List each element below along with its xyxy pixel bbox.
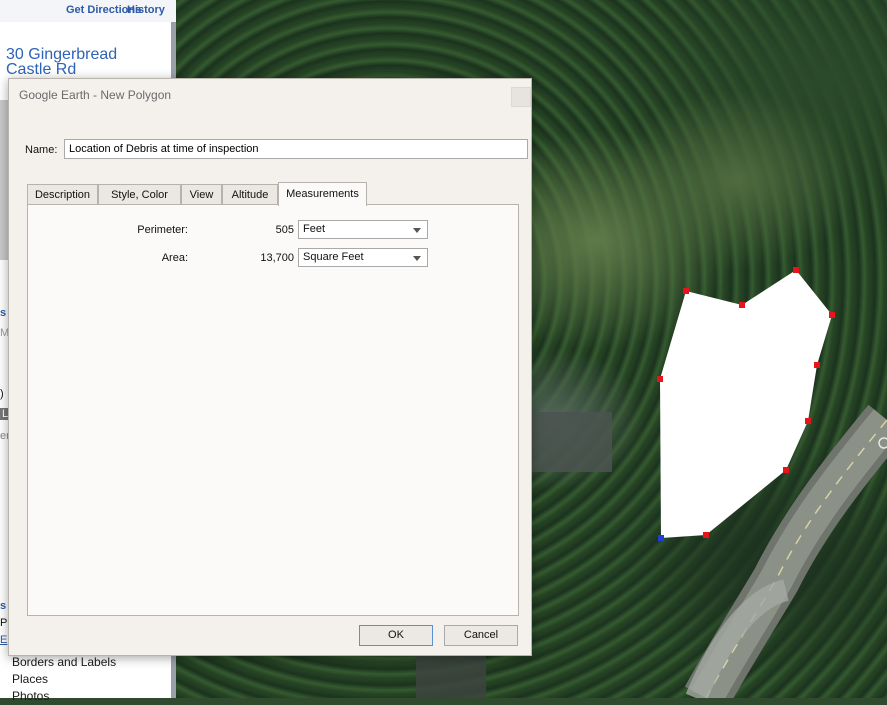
polygon-vertex[interactable]	[739, 302, 745, 308]
perimeter-unit-select[interactable]: Feet	[298, 220, 428, 239]
cancel-button[interactable]: Cancel	[444, 625, 518, 646]
polygon-vertex[interactable]	[805, 418, 811, 424]
close-button[interactable]	[511, 87, 531, 107]
sidebar-fragment: )	[0, 388, 4, 400]
name-label: Name:	[25, 144, 58, 156]
polygon-vertex[interactable]	[703, 532, 709, 538]
name-field[interactable]	[64, 139, 528, 159]
history-link[interactable]: History	[127, 4, 165, 16]
perimeter-label: Perimeter:	[137, 224, 188, 236]
tab-description[interactable]: Description	[27, 184, 98, 204]
tab-view[interactable]: View	[181, 184, 222, 204]
search-result-title[interactable]: 30 Gingerbread Castle Rd	[6, 47, 156, 78]
sidebar-fragment: s	[0, 307, 7, 319]
perimeter-value: 505	[275, 224, 294, 236]
ok-button[interactable]: OK	[359, 625, 433, 646]
polygon-vertex[interactable]	[683, 288, 689, 294]
polygon-vertex[interactable]	[829, 312, 835, 318]
new-polygon-dialog: Google Earth - New Polygon Name: Descrip…	[8, 78, 532, 656]
layers-list: Borders and Labels Places Photos	[12, 654, 116, 705]
sidebar-fragment[interactable]: E	[0, 634, 7, 646]
polygon-vertex-selected[interactable]	[658, 535, 664, 541]
sidebar-header: Get Directions History	[0, 0, 176, 22]
area-value: 13,700	[260, 252, 294, 264]
polygon-vertex[interactable]	[793, 267, 799, 273]
layer-item[interactable]: Borders and Labels	[12, 654, 116, 671]
layer-item[interactable]: Photos	[12, 688, 116, 705]
dialog-title: Google Earth - New Polygon	[19, 88, 172, 102]
sidebar-fragment: s	[0, 600, 7, 612]
tab-style-color[interactable]: Style, Color	[98, 184, 181, 204]
house-roof	[532, 412, 612, 472]
layer-item[interactable]: Places	[12, 671, 116, 688]
chevron-down-icon	[413, 256, 421, 261]
chevron-down-icon	[413, 228, 421, 233]
tab-measurements[interactable]: Measurements	[278, 182, 367, 206]
area-unit-value: Square Feet	[303, 251, 364, 263]
perimeter-unit-value: Feet	[303, 223, 326, 235]
polygon-vertex[interactable]	[657, 376, 663, 382]
polygon-vertex[interactable]	[783, 467, 789, 473]
measurements-panel: Perimeter: 505 Feet Area: 13,700 Square …	[27, 204, 519, 616]
area-label: Area:	[161, 252, 188, 264]
area-unit-select[interactable]: Square Feet	[298, 248, 428, 267]
roof-bottom	[416, 650, 486, 698]
tab-altitude[interactable]: Altitude	[222, 184, 278, 204]
polygon-vertex[interactable]	[814, 362, 820, 368]
